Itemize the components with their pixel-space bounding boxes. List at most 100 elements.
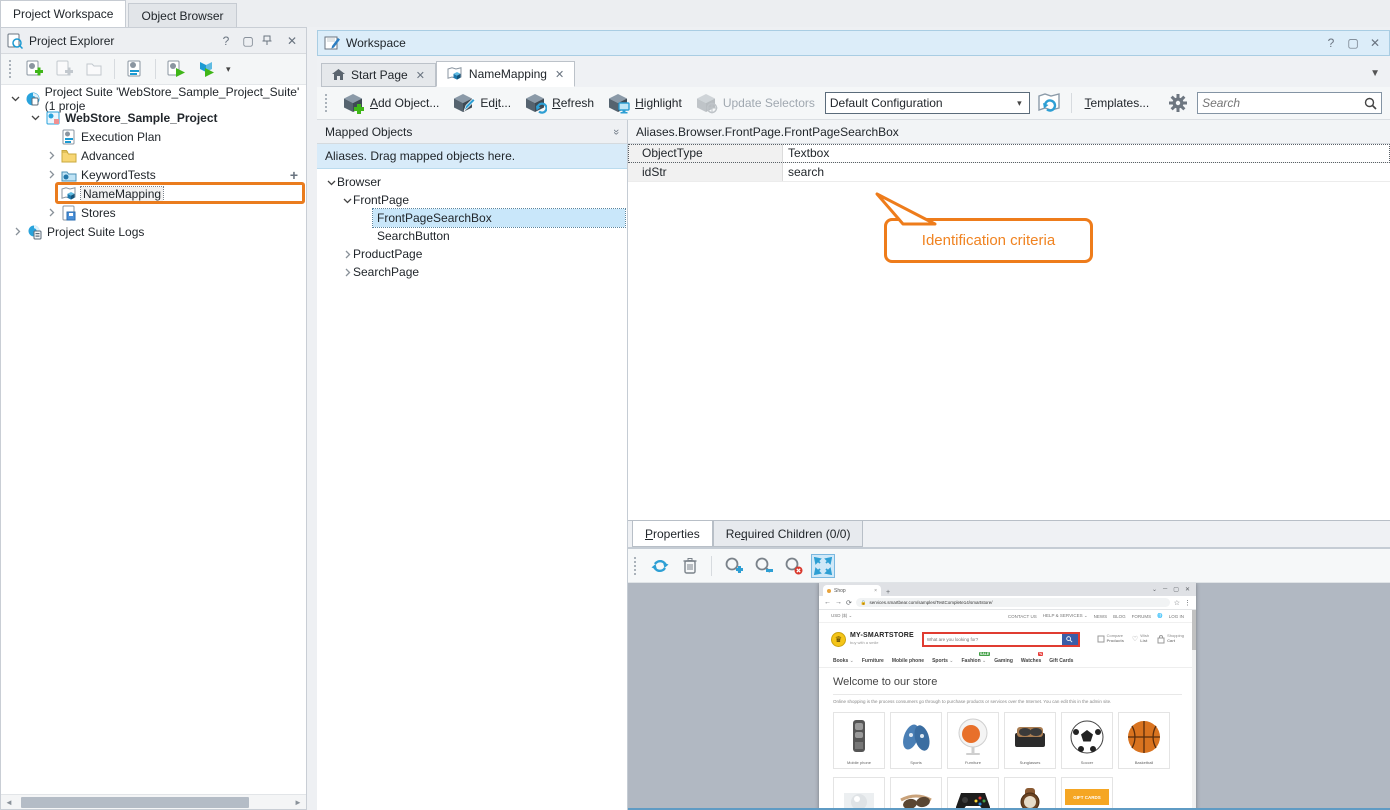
aliases-drop-bar[interactable]: Aliases. Drag mapped objects here. bbox=[317, 144, 627, 169]
project-explorer-panel: Project Explorer ? ▢ ✕ bbox=[0, 27, 307, 810]
store-logo: ♛ MY-SMARTSTORE buy with a smile bbox=[831, 632, 914, 647]
property-row-objecttype[interactable]: ObjectType Textbox bbox=[628, 144, 1390, 163]
tab-project-workspace[interactable]: Project Workspace bbox=[0, 0, 126, 27]
store-search-button bbox=[1062, 634, 1078, 645]
close-tab-icon[interactable]: ✕ bbox=[416, 69, 425, 82]
toolbar-grip[interactable] bbox=[325, 94, 329, 112]
chevron-down-icon[interactable] bbox=[341, 196, 353, 205]
main-tab-bar: Project Workspace Object Browser bbox=[0, 0, 1390, 27]
chevron-right-icon[interactable] bbox=[45, 170, 57, 179]
add-keyword-test-button[interactable]: + bbox=[290, 167, 298, 183]
tab-object-browser[interactable]: Object Browser bbox=[128, 3, 236, 27]
tab-properties[interactable]: Properties bbox=[632, 521, 713, 547]
chevron-right-icon[interactable] bbox=[341, 268, 353, 277]
refresh-button[interactable]: Refresh bbox=[521, 90, 598, 116]
chevron-right-icon[interactable] bbox=[45, 208, 57, 217]
tab-start-page[interactable]: Start Page ✕ bbox=[321, 63, 436, 87]
mapped-objects-panel: Mapped Objects » Aliases. Drag mapped ob… bbox=[317, 120, 628, 810]
run-project-icon[interactable] bbox=[163, 57, 189, 81]
highlight-icon bbox=[608, 92, 630, 114]
execution-plan-icon[interactable] bbox=[122, 57, 148, 81]
tab-required-children[interactable]: Required Children (0/0) bbox=[713, 521, 864, 547]
edit-icon bbox=[453, 92, 475, 114]
chevron-down-icon: ▾ bbox=[1014, 98, 1025, 109]
preview-canvas[interactable]: Shop × + ⌄─▢✕ ←→⟳ bbox=[628, 583, 1390, 810]
category-card: Sports bbox=[890, 712, 942, 769]
run-dropdown-icon[interactable]: ▾ bbox=[223, 64, 234, 75]
zoom-in-icon[interactable] bbox=[721, 554, 745, 578]
search-input[interactable] bbox=[1202, 96, 1364, 110]
alias-frontpagesearchbox[interactable]: FrontPageSearchBox bbox=[317, 209, 627, 227]
zoom-out-icon[interactable] bbox=[751, 554, 775, 578]
tree-item-project-suite-logs[interactable]: Project Suite Logs bbox=[1, 222, 306, 241]
maximize-icon[interactable]: ▢ bbox=[1345, 36, 1361, 50]
alias-searchpage[interactable]: SearchPage bbox=[317, 263, 627, 281]
add-object-button[interactable]: Add Object... bbox=[339, 90, 443, 116]
chevron-right-icon[interactable] bbox=[45, 151, 57, 160]
collapse-panel-icon[interactable]: » bbox=[610, 128, 622, 134]
category-card bbox=[890, 777, 942, 810]
help-icon[interactable]: ? bbox=[218, 34, 234, 48]
watch-image bbox=[1010, 781, 1050, 810]
alias-productpage[interactable]: ProductPage bbox=[317, 245, 627, 263]
search-icon[interactable] bbox=[1364, 97, 1377, 110]
close-icon[interactable]: ✕ bbox=[1367, 36, 1383, 50]
delete-image-icon[interactable] bbox=[678, 554, 702, 578]
category-cards-row: Mobile phone Sports Furniture bbox=[819, 710, 1196, 771]
close-tab-icon: × bbox=[874, 588, 877, 594]
gear-icon[interactable] bbox=[1165, 91, 1191, 115]
add-existing-item-icon[interactable] bbox=[81, 57, 107, 81]
tree-item-execution-plan[interactable]: Execution Plan bbox=[1, 127, 306, 146]
maximize-icon[interactable]: ▢ bbox=[240, 34, 256, 48]
tree-item-keywordtests[interactable]: KeywordTests + bbox=[1, 165, 306, 184]
refresh-namemapping-icon[interactable] bbox=[1036, 91, 1062, 115]
toolbar-search-box[interactable] bbox=[1197, 92, 1382, 114]
close-tab-icon[interactable]: ✕ bbox=[555, 68, 564, 81]
chevron-down-icon[interactable] bbox=[10, 94, 21, 103]
update-selectors-button[interactable]: Update Selectors bbox=[692, 90, 819, 116]
refresh-image-icon[interactable] bbox=[648, 554, 672, 578]
toolbar-grip[interactable] bbox=[634, 557, 638, 575]
tree-item-stores[interactable]: Stores bbox=[1, 203, 306, 222]
run-project-suite-icon[interactable] bbox=[193, 57, 219, 81]
soccer-ball-image bbox=[1067, 716, 1107, 758]
add-new-project-icon[interactable] bbox=[21, 57, 47, 81]
tree-item-advanced[interactable]: Advanced bbox=[1, 146, 306, 165]
chevron-down-icon[interactable] bbox=[29, 113, 41, 122]
zoom-reset-icon[interactable] bbox=[781, 554, 805, 578]
tree-item-project[interactable]: WebStore_Sample_Project bbox=[1, 108, 306, 127]
tree-item-namemapping[interactable]: NameMapping bbox=[1, 184, 306, 203]
tab-list-dropdown-icon[interactable]: ▼ bbox=[1370, 68, 1380, 79]
edit-button[interactable]: Edit... bbox=[449, 90, 515, 116]
tab-namemapping[interactable]: NameMapping ✕ bbox=[436, 61, 575, 87]
store-utility-bar: USD ($) ⌄ CONTACT US HELP & SERVICES ⌄ N… bbox=[819, 610, 1196, 623]
property-value[interactable]: Textbox bbox=[783, 144, 1390, 162]
add-new-item-icon[interactable] bbox=[51, 57, 77, 81]
chevron-right-icon[interactable] bbox=[341, 250, 353, 259]
alias-frontpage[interactable]: FrontPage bbox=[317, 191, 627, 209]
templates-button[interactable]: Templates... bbox=[1081, 94, 1154, 112]
highlight-button[interactable]: Highlight bbox=[604, 90, 686, 116]
fit-to-window-icon[interactable] bbox=[811, 554, 835, 578]
category-card bbox=[833, 777, 885, 810]
toolbar-grip[interactable] bbox=[9, 60, 13, 78]
alias-browser[interactable]: Browser bbox=[317, 173, 627, 191]
pin-icon[interactable] bbox=[262, 35, 278, 46]
gift-cards-image: GIFT CARDS bbox=[1065, 789, 1109, 805]
fashion-sunglasses-image bbox=[896, 781, 936, 810]
tree-item-project-suite[interactable]: Project Suite 'WebStore_Sample_Project_S… bbox=[1, 89, 306, 108]
scrollbar-thumb[interactable] bbox=[21, 797, 249, 808]
horizontal-scrollbar[interactable]: ◄ ► bbox=[1, 794, 306, 809]
close-icon[interactable]: ✕ bbox=[284, 34, 300, 48]
scroll-right-icon[interactable]: ► bbox=[290, 798, 306, 807]
chevron-down-icon[interactable] bbox=[325, 178, 337, 187]
alias-searchbutton[interactable]: SearchButton bbox=[317, 227, 627, 245]
property-row-idstr[interactable]: idStr search bbox=[628, 163, 1390, 182]
scroll-left-icon[interactable]: ◄ bbox=[1, 798, 17, 807]
store-nav: Books Furniture Mobile phone Sports Fash… bbox=[819, 655, 1196, 668]
chevron-right-icon[interactable] bbox=[11, 227, 23, 236]
configuration-combobox[interactable]: Default Configuration ▾ bbox=[825, 92, 1030, 114]
help-icon[interactable]: ? bbox=[1323, 36, 1339, 50]
lock-icon: 🔒 bbox=[861, 600, 867, 606]
property-value[interactable]: search bbox=[783, 163, 1390, 181]
